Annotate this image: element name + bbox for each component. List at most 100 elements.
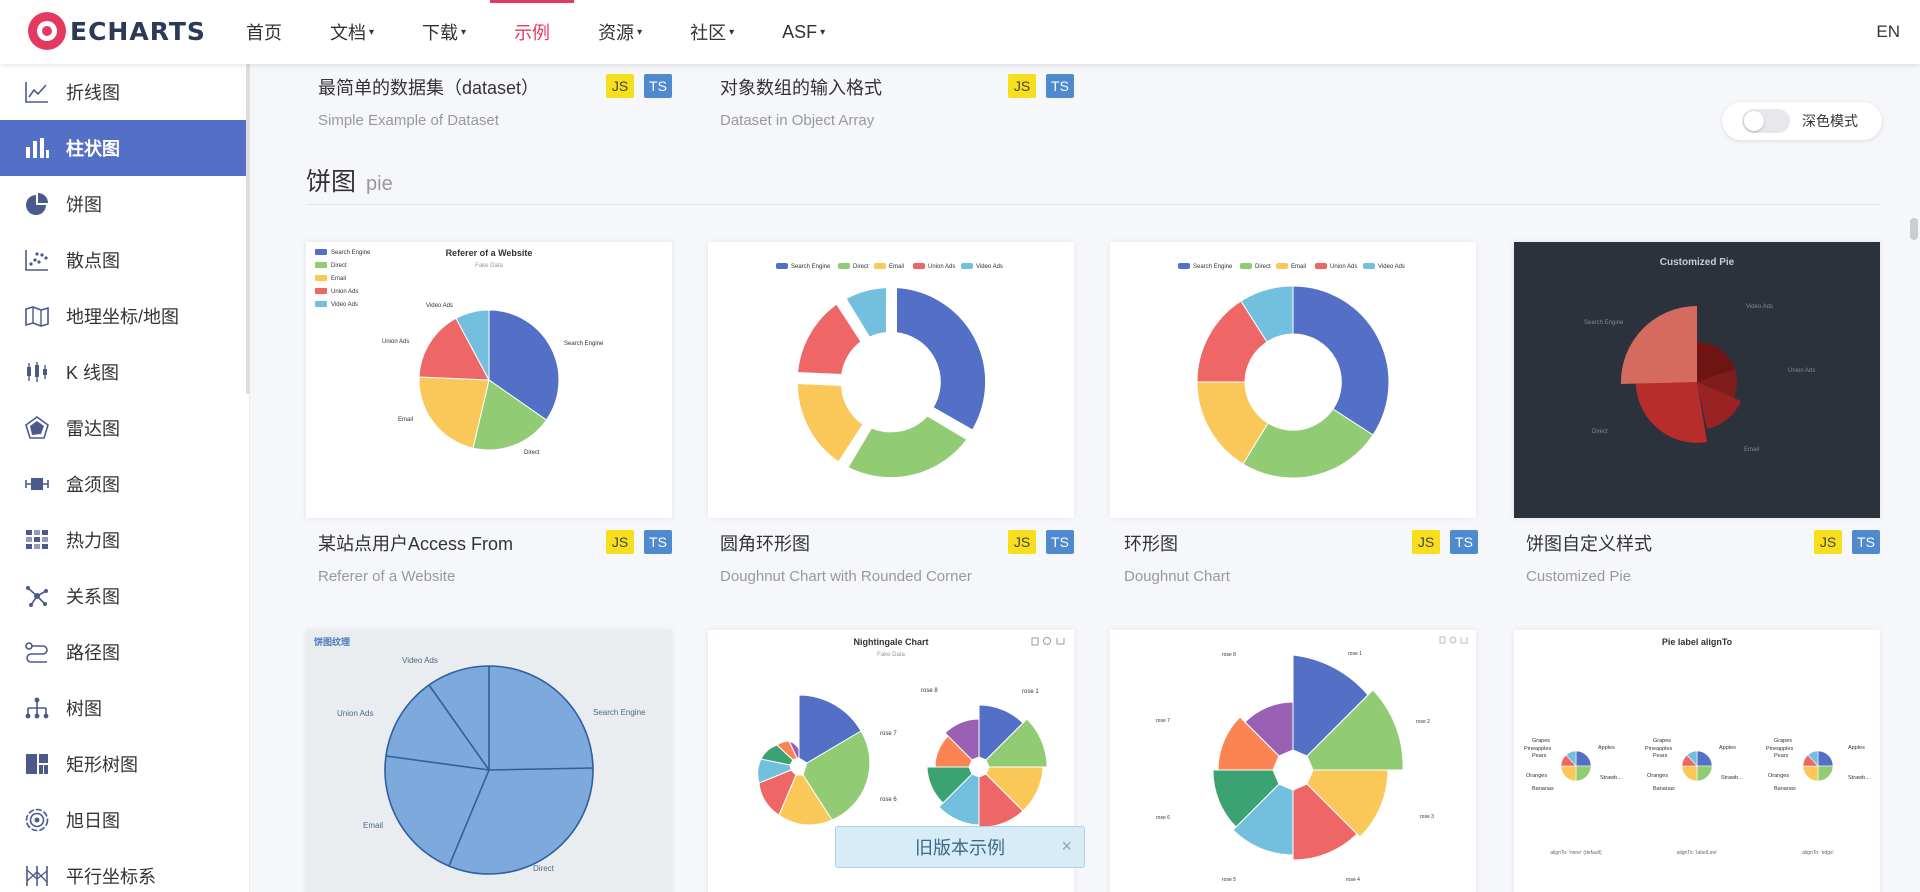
old-version-banner[interactable]: 旧版本示例 × <box>835 826 1085 868</box>
nav-download[interactable]: 下载 ▾ <box>398 0 490 64</box>
language-switch[interactable]: EN <box>1876 22 1900 42</box>
nav-asf[interactable]: ASF ▾ <box>758 0 849 64</box>
card-subtitle: Doughnut Chart with Rounded Corner <box>720 568 972 585</box>
example-card-dataset-simple[interactable]: 最简单的数据集（dataset） Simple Example of Datas… <box>318 74 672 129</box>
toolbox-icons[interactable] <box>1439 636 1468 644</box>
svg-text:Video Ads: Video Ads <box>331 302 358 308</box>
sidebar-item-heatmap[interactable]: 热力图 <box>0 512 249 568</box>
thumb-doughnut[interactable]: Search Engine Direct Email Union Ads Vid… <box>1110 242 1476 518</box>
svg-text:Pears: Pears <box>1653 753 1668 759</box>
thumb-title: Referer of a Website <box>446 248 533 258</box>
close-icon[interactable]: × <box>1061 836 1072 857</box>
chevron-down-icon: ▾ <box>729 26 735 38</box>
js-badge[interactable]: JS <box>606 74 634 98</box>
svg-text:Video Ads: Video Ads <box>426 303 453 309</box>
ts-badge[interactable]: TS <box>1852 530 1880 554</box>
js-badge[interactable]: JS <box>1008 74 1036 98</box>
echarts-logo-icon <box>28 12 66 50</box>
svg-text:Direct: Direct <box>1592 429 1608 435</box>
sidebar-item-sunburst[interactable]: 旭日图 <box>0 792 249 848</box>
svg-text:Search Engine: Search Engine <box>593 708 646 717</box>
thumb-rounded-doughnut[interactable]: Search Engine Direct Email Union Ads Vid… <box>708 242 1074 518</box>
sidebar-item-radar[interactable]: 雷达图 <box>0 400 249 456</box>
svg-text:Video Ads: Video Ads <box>1746 304 1773 310</box>
ts-badge[interactable]: TS <box>644 74 672 98</box>
main-nav: 首页 文档 ▾ 下载 ▾ 示例 资源 ▾ 社区 ▾ ASF ▾ <box>222 0 849 64</box>
js-badge[interactable]: JS <box>606 530 634 554</box>
sidebar-item-graph[interactable]: 关系图 <box>0 568 249 624</box>
nav-home[interactable]: 首页 <box>222 0 306 64</box>
svg-text:Bananas: Bananas <box>1653 786 1675 792</box>
radar-icon <box>24 415 50 441</box>
map-icon <box>24 303 50 329</box>
card-subtitle: Dataset in Object Array <box>720 112 875 129</box>
thumb-customized-pie[interactable]: Customized Pie Search Engine Video Ads U… <box>1514 242 1880 518</box>
ts-badge[interactable]: TS <box>1450 530 1478 554</box>
svg-text:Union Ads: Union Ads <box>331 289 358 295</box>
svg-text:Union Ads: Union Ads <box>337 709 373 718</box>
svg-text:Search Engine: Search Engine <box>331 250 371 256</box>
svg-text:rose 4: rose 4 <box>1346 877 1360 883</box>
svg-text:Pears: Pears <box>1532 753 1547 759</box>
toolbox-icons[interactable] <box>1031 637 1065 646</box>
example-card-dataset-object[interactable]: 对象数组的输入格式 Dataset in Object Array JS TS <box>720 74 1074 129</box>
thumb-referer-pie[interactable]: Referer of a Website Fake Data Search En… <box>306 242 672 518</box>
rose-left <box>757 694 871 826</box>
svg-text:rose 3: rose 3 <box>1420 814 1434 820</box>
section-title-pie: 饼图 pie <box>306 168 393 196</box>
nav-resources[interactable]: 资源 ▾ <box>574 0 666 64</box>
svg-text:Video Ads: Video Ads <box>976 264 1003 270</box>
ts-badge[interactable]: TS <box>1046 74 1074 98</box>
svg-text:alignTo: 'labelLine': alignTo: 'labelLine' <box>1677 850 1718 856</box>
sidebar-item-scatter[interactable]: 散点图 <box>0 232 249 288</box>
example-card-doughnut[interactable]: 环形图 Doughnut Chart JS TS <box>1124 530 1478 585</box>
example-card-customized-pie[interactable]: 饼图自定义样式 Customized Pie JS TS <box>1526 530 1880 585</box>
toggle-switch[interactable] <box>1742 109 1790 133</box>
example-card-referer[interactable]: 某站点用户Access From Referer of a Website JS… <box>318 530 672 585</box>
sidebar-item-map[interactable]: 地理坐标/地图 <box>0 288 249 344</box>
js-badge[interactable]: JS <box>1814 530 1842 554</box>
svg-text:Strawb...: Strawb... <box>1848 775 1870 781</box>
sidebar-item-treemap[interactable]: 矩形树图 <box>0 736 249 792</box>
ts-badge[interactable]: TS <box>644 530 672 554</box>
example-card-rounded-doughnut[interactable]: 圆角环形图 Doughnut Chart with Rounded Corner… <box>720 530 1074 585</box>
nav-docs[interactable]: 文档 ▾ <box>306 0 398 64</box>
sidebar-item-lines[interactable]: 路径图 <box>0 624 249 680</box>
svg-text:Strawb...: Strawb... <box>1600 775 1622 781</box>
ts-badge[interactable]: TS <box>1046 530 1074 554</box>
sidebar-item-bar[interactable]: 柱状图 <box>0 120 249 176</box>
svg-text:rose 6: rose 6 <box>880 797 897 803</box>
sidebar-item-tree[interactable]: 树图 <box>0 680 249 736</box>
nav-examples[interactable]: 示例 <box>490 0 575 64</box>
js-badge[interactable]: JS <box>1008 530 1036 554</box>
svg-text:alignTo: 'edge': alignTo: 'edge' <box>1802 850 1834 856</box>
logo-text: ECHARTS <box>70 16 206 46</box>
js-badge[interactable]: JS <box>1412 530 1440 554</box>
chevron-down-icon: ▾ <box>820 26 826 38</box>
examples-main: 最简单的数据集（dataset） Simple Example of Datas… <box>250 64 1920 892</box>
svg-text:Grapes: Grapes <box>1653 738 1671 744</box>
svg-text:Union Ads: Union Ads <box>1330 264 1357 270</box>
thumb-legend: Search Engine Direct Email Union Ads Vid… <box>776 263 1003 270</box>
sidebar-item-parallel[interactable]: 平行坐标系 <box>0 848 249 892</box>
dark-mode-toggle[interactable]: 深色模式 <box>1722 102 1882 140</box>
svg-text:Email: Email <box>889 264 904 270</box>
echarts-logo[interactable]: ECHARTS <box>28 12 206 50</box>
sidebar-item-pie[interactable]: 饼图 <box>0 176 249 232</box>
thumb-pie-texture[interactable]: 饼图纹理 Video Ads Search Engine Union Ads E… <box>306 630 672 892</box>
candlestick-icon <box>24 359 50 385</box>
svg-text:rose 8: rose 8 <box>921 688 938 694</box>
thumb-pie-label-align[interactable]: Pie label alignTo Grapes Pineapples Pears O… <box>1514 630 1880 892</box>
nav-community[interactable]: 社区 ▾ <box>666 0 758 64</box>
svg-text:rose 1: rose 1 <box>1022 689 1039 695</box>
page-scrollbar[interactable] <box>1910 218 1918 240</box>
sidebar-item-candlestick[interactable]: K 线图 <box>0 344 249 400</box>
svg-text:Bananas: Bananas <box>1532 786 1554 792</box>
svg-text:Search Engine: Search Engine <box>1193 264 1233 270</box>
thumb-nightingale-area[interactable]: rose 8 rose 1 rose 7 rose 2 rose 6 rose … <box>1110 630 1476 892</box>
sidebar-item-line[interactable]: 折线图 <box>0 64 249 120</box>
sidebar-item-boxplot[interactable]: 盒须图 <box>0 456 249 512</box>
svg-text:rose 5: rose 5 <box>1222 877 1236 883</box>
doughnut-slices <box>793 284 990 482</box>
tree-icon <box>24 695 50 721</box>
